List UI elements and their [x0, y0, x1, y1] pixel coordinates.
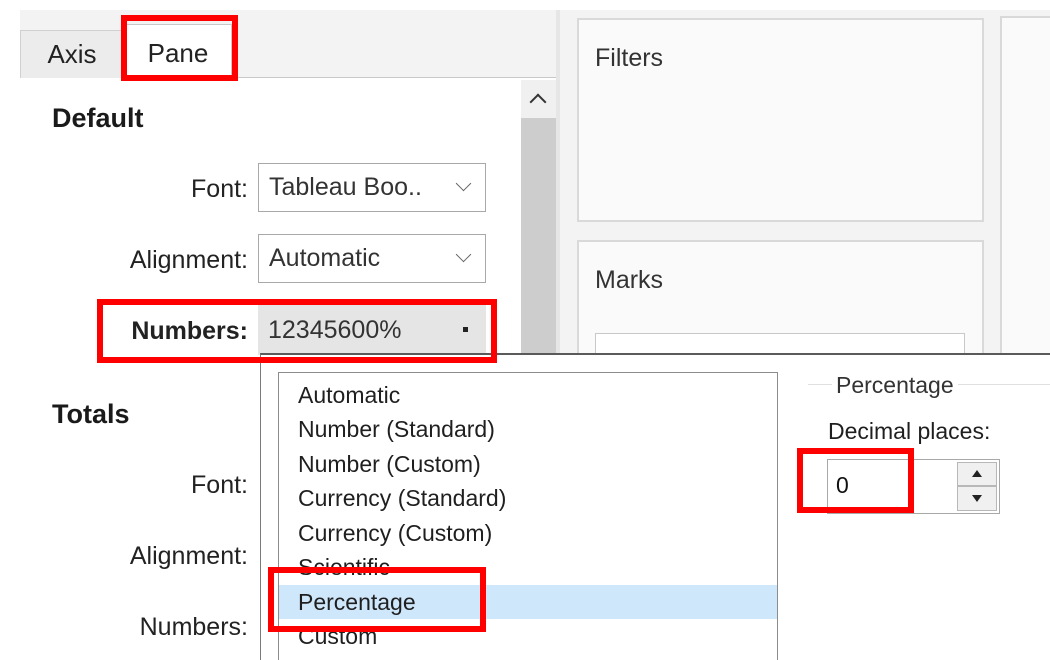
spinner-up-button[interactable]: [957, 462, 997, 486]
filters-title: Filters: [595, 44, 664, 72]
default-numbers-value: 12345600%: [268, 316, 402, 344]
list-item-scientific[interactable]: Scientific: [279, 550, 777, 584]
list-item-number-standard[interactable]: Number (Standard): [279, 412, 777, 446]
default-alignment-dropdown[interactable]: Automatic: [258, 234, 486, 283]
list-item-custom[interactable]: Custom: [279, 619, 777, 653]
default-section-title: Default: [52, 103, 144, 133]
totals-numbers-label: Numbers:: [139, 613, 248, 641]
default-alignment-label: Alignment:: [129, 246, 248, 274]
dropdown-arrow-icon: [463, 327, 468, 332]
list-item-automatic[interactable]: Automatic: [279, 378, 777, 412]
list-item-number-custom[interactable]: Number (Custom): [279, 447, 777, 481]
decimal-places-input[interactable]: 0: [836, 472, 849, 499]
decimal-places-label: Decimal places:: [828, 418, 991, 444]
view-area: [1000, 16, 1050, 361]
list-item-currency-custom[interactable]: Currency (Custom): [279, 516, 777, 550]
default-alignment-value: Automatic: [269, 244, 381, 272]
list-item-percentage[interactable]: Percentage: [279, 585, 777, 619]
percentage-group-title: Percentage: [832, 372, 958, 399]
default-numbers-label: Numbers:: [131, 317, 248, 345]
totals-alignment-label: Alignment:: [129, 542, 248, 570]
scroll-up-button[interactable]: [521, 80, 556, 118]
mark-type-dropdown[interactable]: [595, 333, 965, 353]
triangle-down-icon: [972, 495, 982, 502]
default-numbers-dropdown[interactable]: 12345600%: [258, 305, 486, 355]
number-format-list[interactable]: Automatic Number (Standard) Number (Cust…: [278, 372, 778, 660]
chevron-down-icon: [455, 246, 472, 263]
totals-section-title: Totals: [52, 399, 130, 429]
default-font-label: Font:: [191, 175, 248, 203]
triangle-up-icon: [972, 470, 982, 477]
marks-title: Marks: [595, 266, 664, 294]
default-font-value: Tableau Boo..: [269, 173, 422, 201]
chevron-down-icon: [455, 175, 472, 192]
list-item-currency-standard[interactable]: Currency (Standard): [279, 481, 777, 515]
tab-pane[interactable]: Pane: [124, 24, 232, 79]
totals-font-label: Font:: [191, 471, 248, 499]
tab-axis[interactable]: Axis: [20, 30, 124, 78]
spinner-down-button[interactable]: [957, 486, 997, 511]
default-font-dropdown[interactable]: Tableau Boo..: [258, 163, 486, 212]
chevron-up-icon: [529, 93, 547, 111]
